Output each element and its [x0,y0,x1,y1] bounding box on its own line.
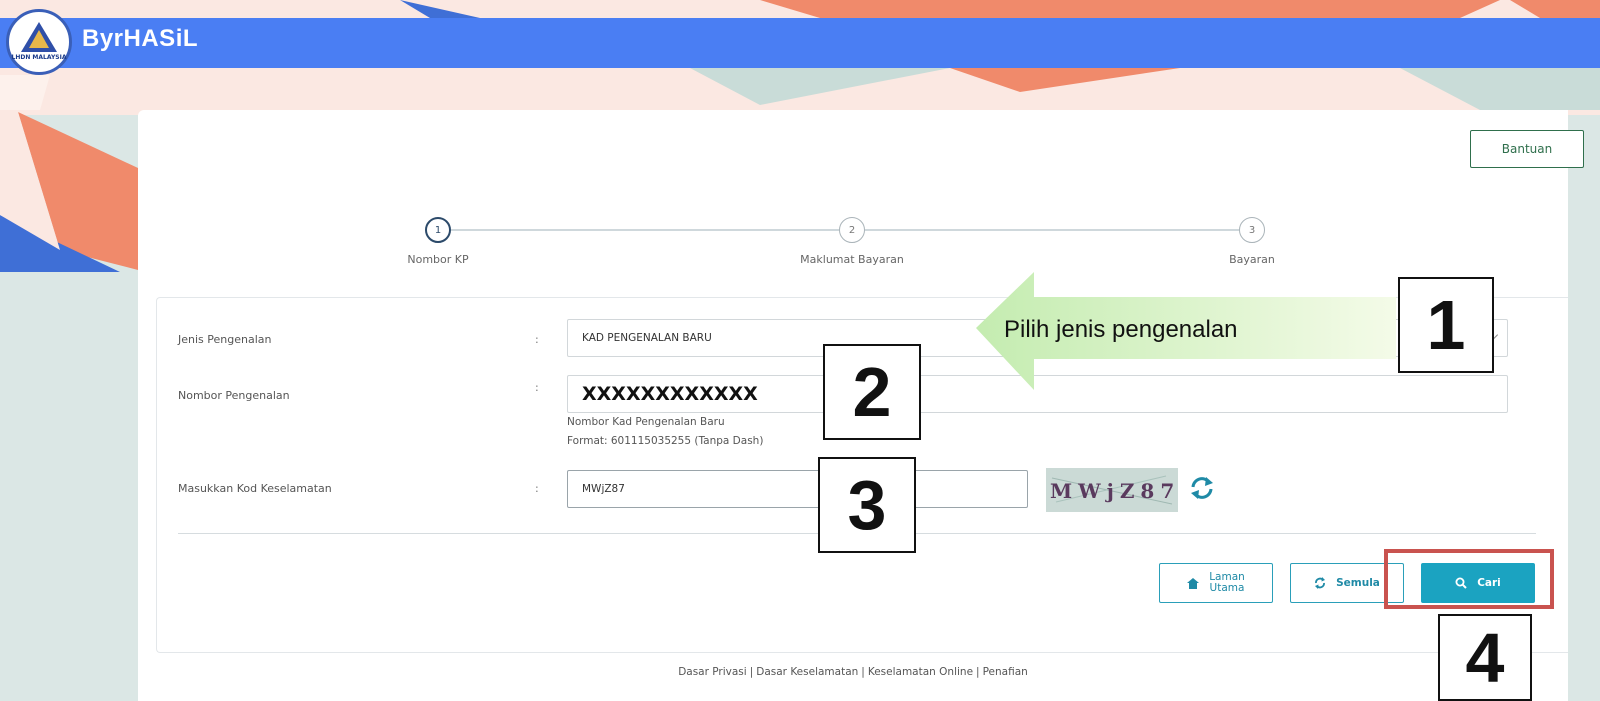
step-connector [865,229,1239,231]
online-security-link[interactable]: Keselamatan Online [868,666,973,678]
home-label-line2: Utama [1209,582,1245,594]
app-header [0,18,1600,68]
callout-4: 4 [1438,614,1532,701]
step-2-indicator: 2 [839,217,865,243]
captcha-image: MWjZ87 [1046,468,1178,512]
security-policy-link[interactable]: Dasar Keselamatan [756,666,858,678]
help-button[interactable]: Bantuan [1470,130,1584,168]
privacy-policy-link[interactable]: Dasar Privasi [678,666,747,678]
callout-3: 3 [818,457,916,553]
captcha-refresh-icon[interactable] [1189,475,1215,501]
reset-label: Semula [1336,577,1380,589]
id-number-label: Nombor Pengenalan [178,389,290,402]
logo-text: LHDN MALAYSIA [11,54,67,61]
id-type-value: KAD PENGENALAN BARU [582,332,712,344]
footer-links: Dasar Privasi | Dasar Keselamatan | Keselama… [678,666,1028,678]
home-icon [1187,577,1200,589]
security-code-label: Masukkan Kod Keselamatan [178,482,332,495]
id-number-value: XXXXXXXXXXXX [582,383,758,405]
colon: : [535,333,539,346]
step-1-indicator: 1 [425,217,451,243]
search-highlight-frame [1384,549,1554,609]
callout-2: 2 [823,344,921,440]
app-title: ByrHASiL [82,25,199,52]
logo-triangle-icon [21,22,57,52]
lhdn-logo: LHDN MALAYSIA [6,9,72,75]
disclaimer-link[interactable]: Penafian [983,666,1028,678]
step-connector [451,229,839,231]
colon: : [535,381,539,394]
step-2-label: Maklumat Bayaran [800,253,904,266]
step-1-label: Nombor KP [407,253,469,266]
captcha-text: MWjZ87 [1050,479,1178,503]
id-number-hint: Nombor Kad Pengenalan Baru [567,416,725,428]
instruction-arrow-text: Pilih jenis pengenalan [1004,316,1238,343]
id-type-label: Jenis Pengenalan [178,333,272,346]
security-code-value: MWjZ87 [582,483,625,495]
colon: : [535,482,539,495]
security-code-input[interactable]: MWjZ87 [567,470,1028,508]
captcha-noise: MWjZ87 [1050,475,1178,505]
id-number-format-hint: Format: 601115035255 (Tanpa Dash) [567,435,764,447]
refresh-icon [1315,577,1326,589]
step-3-label: Bayaran [1229,253,1275,266]
callout-1: 1 [1398,277,1494,373]
step-3-indicator: 3 [1239,217,1265,243]
home-button[interactable]: Laman Utama [1159,563,1273,603]
